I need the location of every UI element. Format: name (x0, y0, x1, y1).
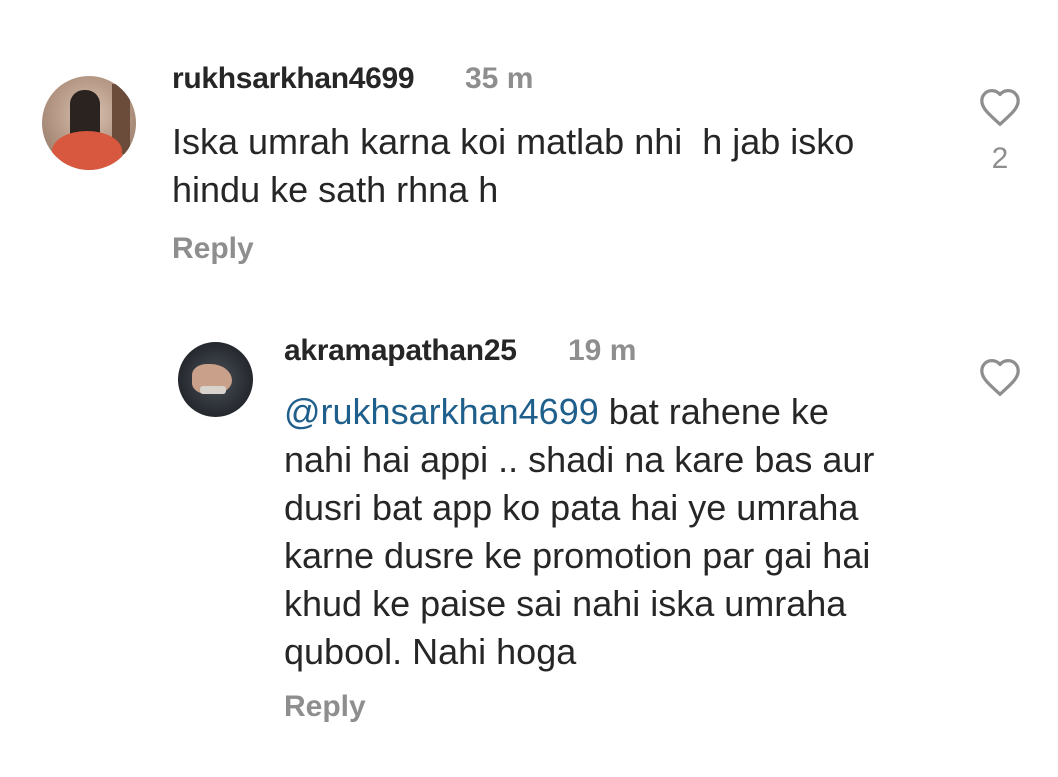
avatar[interactable] (178, 342, 253, 417)
comment-username[interactable]: akramapathan25 (284, 334, 517, 368)
avatar-bracelet (200, 386, 226, 394)
comment-timestamp: 19 m (568, 334, 637, 367)
comment-body: bat rahene ke nahi hai appi .. shadi na … (284, 391, 875, 672)
reply-comment: akramapathan25 19 m @rukhsarkhan4699 bat… (0, 0, 1058, 723)
heart-outline-icon[interactable] (978, 357, 1022, 397)
mention-link[interactable]: @rukhsarkhan4699 (284, 391, 599, 432)
comment-text: @rukhsarkhan4699 bat rahene ke nahi hai … (284, 388, 974, 676)
reply-button[interactable]: Reply (284, 690, 366, 724)
